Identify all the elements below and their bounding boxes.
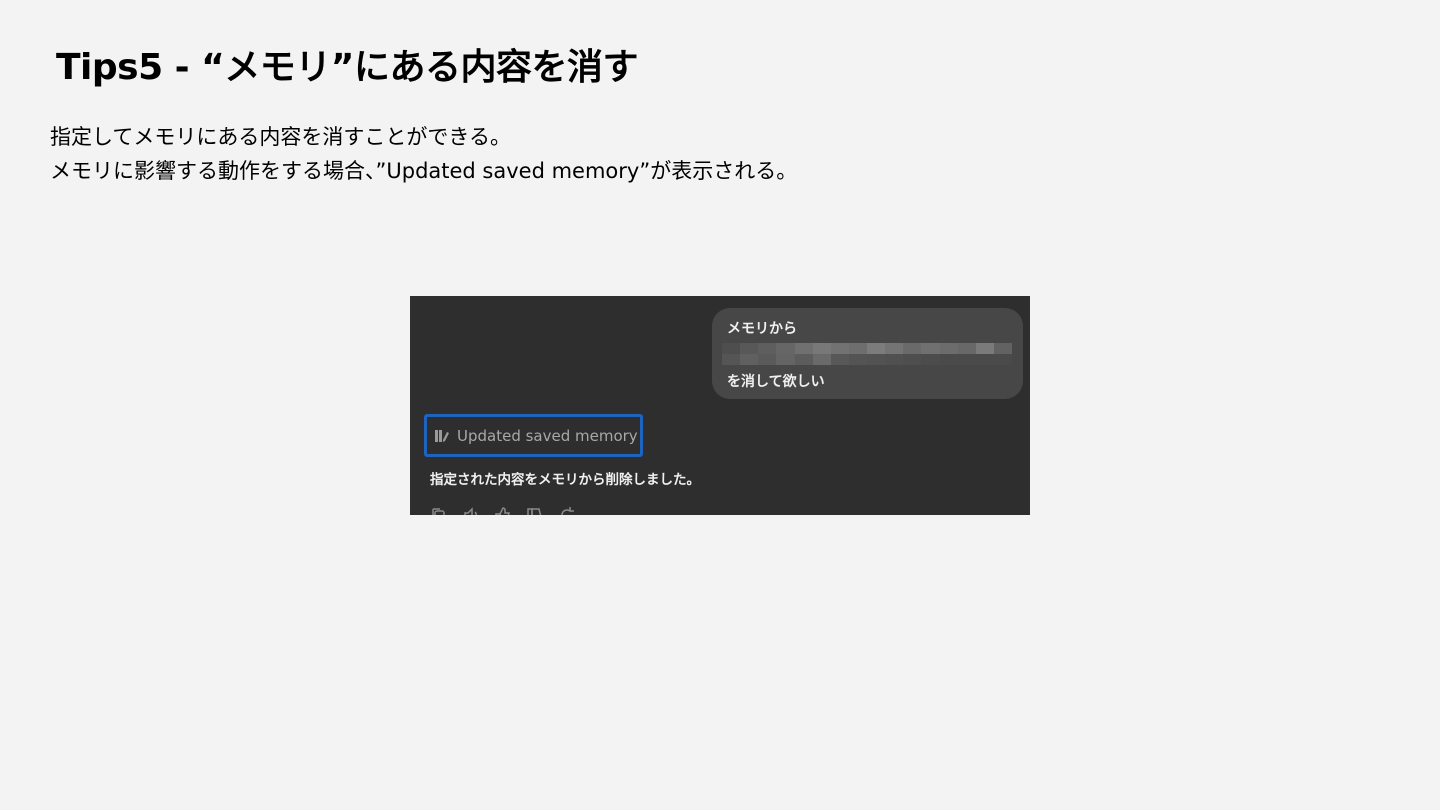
memory-pen-icon (435, 429, 449, 442)
user-message-line-1: メモリから (727, 321, 797, 337)
copy-icon[interactable] (430, 506, 448, 515)
assistant-message: 指定された内容をメモリから削除しました。 (430, 472, 700, 488)
user-message-line-3: を消して欲しい (727, 374, 825, 390)
description-line-1: 指定してメモリにある内容を消すことができる。 (50, 125, 511, 149)
description-line-2: メモリに影響する動作をする場合、”Updated saved memory”が表… (50, 159, 798, 183)
chat-screenshot: メモリから を消して欲しい Updated saved memory 指定された… (410, 296, 1030, 515)
redacted-text (722, 343, 1012, 365)
regenerate-icon[interactable] (558, 506, 576, 515)
description: 指定してメモリにある内容を消すことができる。 メモリに影響する動作をする場合、”… (50, 120, 797, 188)
thumbs-up-icon[interactable] (494, 506, 512, 515)
thumbs-down-icon[interactable] (526, 506, 544, 515)
updated-memory-notice[interactable]: Updated saved memory (424, 414, 643, 457)
message-actions (430, 506, 576, 515)
slide-title: Tips5 - “メモリ”にある内容を消す (56, 47, 638, 88)
updated-memory-label: Updated saved memory (457, 426, 638, 445)
user-message-bubble: メモリから を消して欲しい (712, 308, 1023, 399)
speaker-icon[interactable] (462, 506, 480, 515)
